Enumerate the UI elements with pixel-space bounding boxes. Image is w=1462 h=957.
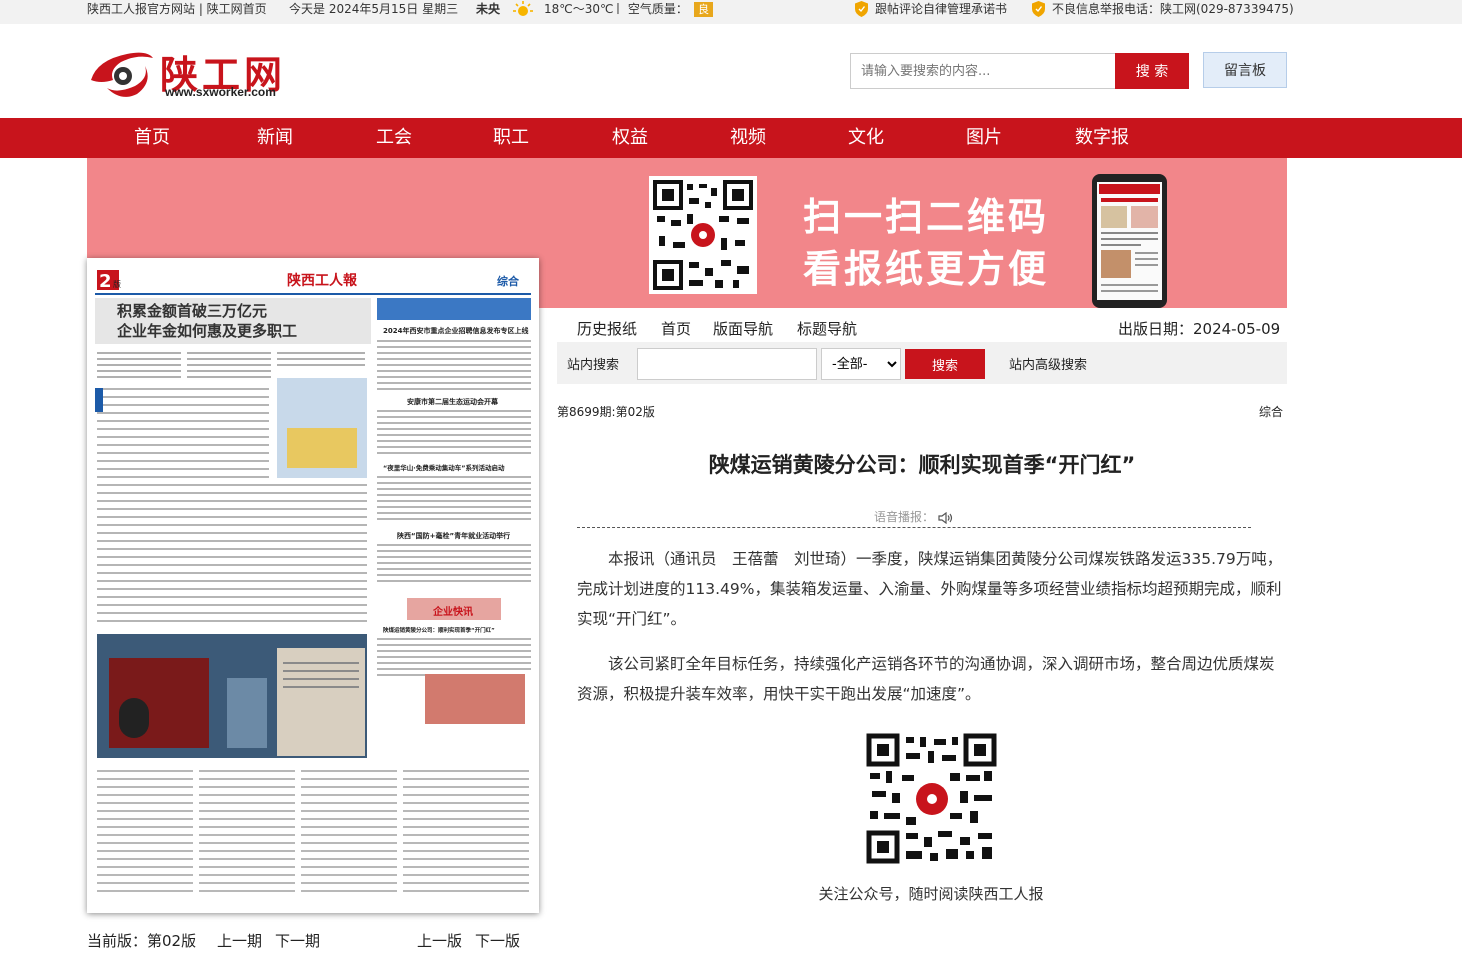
- search-button[interactable]: 搜 索: [1115, 53, 1189, 89]
- nav-item-news[interactable]: 新闻: [216, 118, 334, 158]
- masthead: 陕西工人報: [287, 272, 358, 289]
- newspaper-layout: 2 版 陕西工人報 综合 积累金额首破三万亿元 企业年金如何惠及更多职工 202…: [95, 270, 531, 892]
- article-title: 陕煤运销黄陵分公司：顺利实现首季“开门红”: [708, 453, 1136, 477]
- top-info-bar: 陕西工人报官方网站 | 陕工网首页 今天是 2024年5月15日 星期三 未央 …: [0, 0, 1462, 24]
- logo-swirl-icon[interactable]: [87, 40, 157, 102]
- pledge-link[interactable]: 跟帖评论自律管理承诺书: [875, 0, 1007, 18]
- guestbook-button[interactable]: 留言板: [1203, 52, 1287, 88]
- weather-city: 未央: [476, 2, 501, 16]
- article-paragraph-1: 本报讯（通讯员 王蓓蕾 刘世琦）一季度，陕煤运销集团黄陵分公司煤炭铁路发运335…: [577, 550, 1283, 628]
- nav-item-workers[interactable]: 职工: [452, 118, 570, 158]
- today-date: 今天是 2024年5月15日 星期三: [289, 2, 459, 16]
- publish-date: 出版日期：2024-05-09: [1118, 320, 1281, 338]
- subnav-page-nav[interactable]: 版面导航: [713, 318, 773, 339]
- page-number-suffix: 版: [113, 279, 121, 289]
- nav-item-photos[interactable]: 图片: [925, 118, 1043, 158]
- aqi-badge: 良: [690, 0, 713, 18]
- nav-item-culture[interactable]: 文化: [807, 118, 925, 158]
- next-page-link[interactable]: 下一版: [475, 930, 520, 951]
- current-page-label: 当前版：第02版: [87, 932, 197, 950]
- newspaper-thumbnail-icon: [1099, 184, 1160, 292]
- advanced-search-link[interactable]: 站内高级搜索: [1009, 354, 1087, 373]
- prev-page-link[interactable]: 上一版: [417, 930, 462, 951]
- main-nav: 首页 新闻 工会 职工 权益 视频 文化 图片 数字报: [0, 118, 1462, 158]
- wechat-qr-code-icon: [866, 733, 997, 864]
- site-links[interactable]: 陕西工人报官方网站 | 陕工网首页: [87, 0, 267, 18]
- site-search-scope-select[interactable]: -全部-: [821, 348, 901, 380]
- paper-subhead-4: 陕西“国防+毫栓”青年就业活动举行: [397, 531, 510, 540]
- aqi-label: 丨 空气质量：: [612, 2, 688, 16]
- subnav-title-nav[interactable]: 标题导航: [797, 318, 857, 339]
- banner-line-1: 扫一扫二维码: [803, 195, 1050, 239]
- subnav-history[interactable]: 历史报纸: [577, 318, 637, 339]
- subnav-home[interactable]: 首页: [661, 318, 691, 339]
- paper-subhead-5: 陕煤运销黄陵分公司：顺利实现首季“开门红”: [383, 626, 495, 634]
- search-input[interactable]: [850, 53, 1116, 89]
- tts-control[interactable]: 语音播报：: [874, 508, 954, 525]
- issue-number: 第8699期:第02版: [557, 405, 655, 419]
- nav-item-rights[interactable]: 权益: [571, 118, 689, 158]
- paper-corner-banner: 企业快讯: [432, 605, 473, 618]
- tts-label: 语音播报：: [874, 510, 935, 524]
- sunny-icon: [513, 1, 533, 16]
- nav-item-home[interactable]: 首页: [93, 118, 211, 158]
- qr-code-icon: [649, 176, 757, 294]
- report-phone[interactable]: 不良信息举报电话：陕工网(029-87339475): [1052, 0, 1294, 18]
- paper-section: 综合: [497, 274, 520, 288]
- nav-item-union[interactable]: 工会: [335, 118, 453, 158]
- paper-subhead-3: “夜里华山·免费乘动集动车”系列活动启动: [383, 463, 505, 472]
- phone-icon: [1092, 174, 1167, 308]
- newspaper-page-image[interactable]: 2 版 陕西工人報 综合 积累金额首破三万亿元 企业年金如何惠及更多职工 202…: [87, 258, 539, 913]
- site-search-input[interactable]: [637, 348, 817, 380]
- qr-caption: 关注公众号，随时阅读陕西工人报: [818, 885, 1044, 903]
- nav-item-epaper[interactable]: 数字报: [1043, 118, 1161, 158]
- title-divider: [577, 527, 1251, 528]
- section-label: 综合: [1259, 405, 1284, 419]
- logo-url: www.sxworker.com: [165, 85, 276, 99]
- page-number: 2: [99, 271, 112, 292]
- speaker-icon[interactable]: [938, 511, 954, 524]
- site-search-label: 站内搜索: [567, 358, 620, 373]
- site-search-bar: 站内搜索 -全部- 搜索 站内高级搜索: [557, 342, 1287, 384]
- aqi-value: 良: [694, 2, 713, 17]
- prev-issue-link[interactable]: 上一期: [217, 930, 262, 951]
- paper-subhead-1: 2024年西安市重点企业招聘信息发布专区上线: [383, 326, 528, 335]
- next-issue-link[interactable]: 下一期: [275, 930, 320, 951]
- site-search-button[interactable]: 搜索: [905, 349, 985, 379]
- article-paragraph-2: 该公司紧盯全年目标任务，持续强化产运销各环节的沟通协调，深入调研市场，整合周边优…: [577, 655, 1275, 703]
- paper-headline-top: 积累金额首破三万亿元: [117, 302, 267, 320]
- nav-item-video[interactable]: 视频: [689, 118, 807, 158]
- paper-subhead-2: 安康市第二届生态运动会开幕: [407, 397, 499, 406]
- temperature: 18℃～30℃: [544, 2, 614, 16]
- shield-icon: [1032, 1, 1045, 17]
- banner-line-2: 看报纸更方便: [803, 247, 1050, 291]
- shield-icon: [855, 1, 868, 17]
- paper-headline-bottom: 企业年金如何惠及更多职工: [116, 322, 297, 340]
